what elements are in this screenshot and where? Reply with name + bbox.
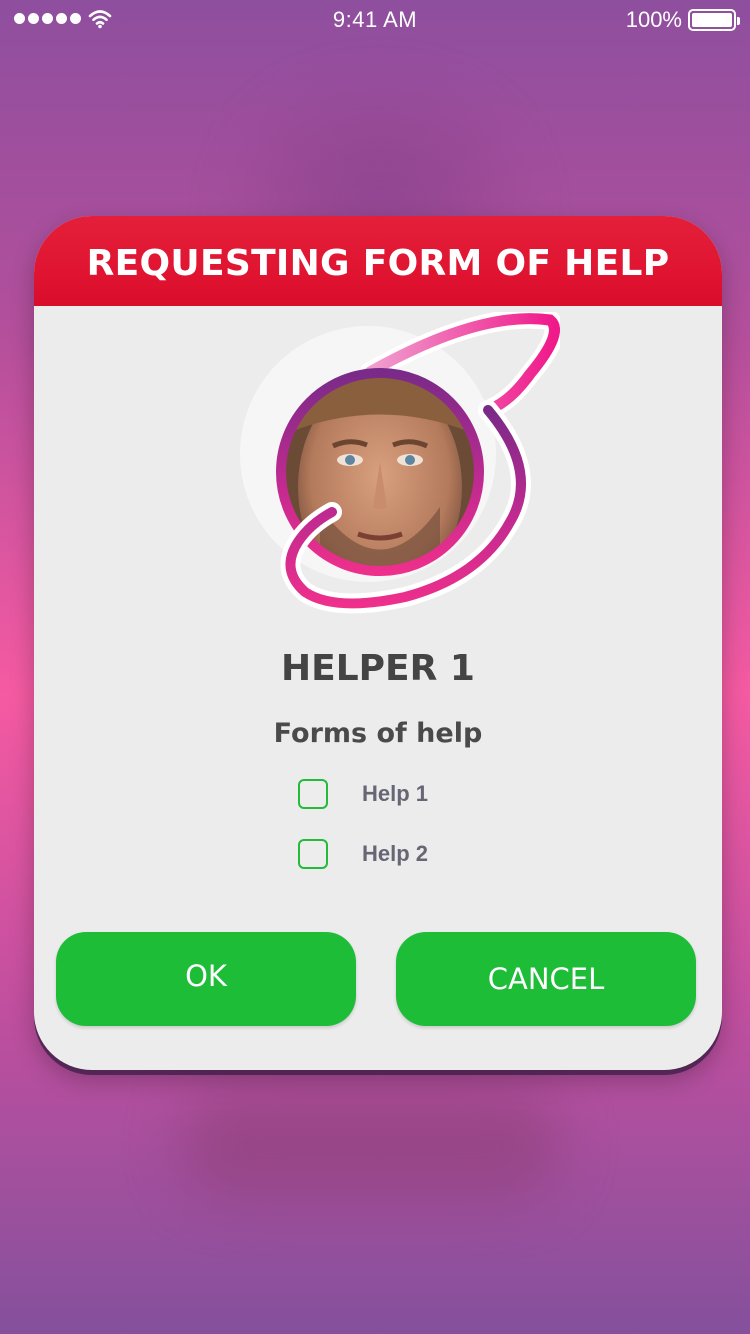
help-1-label: Help 1 [362, 781, 429, 806]
background-blur-bottom [180, 1090, 560, 1200]
dialog-title: REQUESTING FORM OF HELP [86, 242, 670, 284]
dialog-header: REQUESTING FORM OF HELP [34, 216, 722, 306]
help-1-checkbox[interactable] [298, 779, 328, 809]
help-option-2[interactable]: Help 2 [298, 839, 428, 869]
cancel-button[interactable]: CANCEL [396, 932, 696, 1026]
helper-avatar-group [230, 312, 560, 622]
battery-icon [688, 9, 740, 31]
help-2-label: Help 2 [362, 841, 429, 866]
battery-percent: 100% [625, 7, 682, 32]
forms-of-help-label: Forms of help [273, 718, 483, 749]
helper-avatar [276, 312, 560, 614]
help-option-1[interactable]: Help 1 [298, 779, 428, 809]
ok-button[interactable]: OK [56, 932, 356, 1026]
helper-name: HELPER 1 [281, 648, 475, 689]
help-2-checkbox[interactable] [298, 839, 328, 869]
help-request-dialog: REQUESTING FORM OF HELP HELPER 1 Forms o… [34, 216, 722, 1070]
status-bar: 9:41 AM 100% [0, 0, 750, 40]
ok-button-label: OK [185, 959, 227, 993]
cancel-button-label: CANCEL [487, 962, 605, 996]
